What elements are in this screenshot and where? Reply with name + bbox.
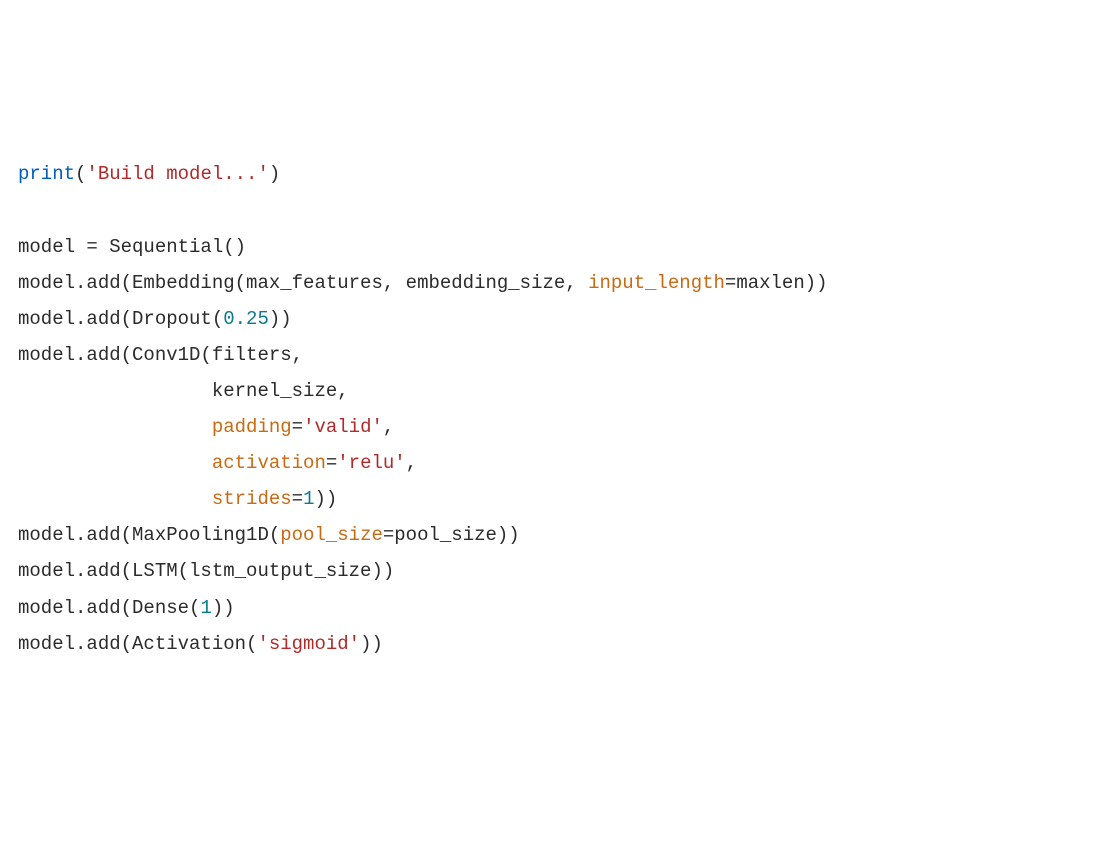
token-kwarg: padding — [212, 416, 292, 438]
token-builtin: print — [18, 163, 75, 185]
code-line: model.add(Conv1D(filters, — [18, 337, 1082, 373]
token-default: )) — [269, 308, 292, 330]
token-kwarg: input_length — [588, 272, 725, 294]
token-default: model.add(Dropout( — [18, 308, 223, 330]
token-default: model.add(LSTM(lstm_output_size)) — [18, 560, 394, 582]
code-line: model.add(MaxPooling1D(pool_size=pool_si… — [18, 517, 1082, 553]
token-default: model = Sequential() — [18, 236, 246, 258]
code-line: model.add(Dense(1)) — [18, 590, 1082, 626]
token-kwarg: activation — [212, 452, 326, 474]
token-default: ) — [269, 163, 280, 185]
token-string: 'valid' — [303, 416, 383, 438]
token-default: model.add(MaxPooling1D( — [18, 524, 280, 546]
code-block: print('Build model...') model = Sequenti… — [18, 156, 1082, 661]
token-kwarg: strides — [212, 488, 292, 510]
token-number: 1 — [200, 597, 211, 619]
token-kwarg: pool_size — [280, 524, 383, 546]
code-line: model.add(Embedding(max_features, embedd… — [18, 265, 1082, 301]
indent — [18, 416, 212, 438]
token-string: 'sigmoid' — [257, 633, 360, 655]
token-default: model.add(Dense( — [18, 597, 200, 619]
indent — [18, 452, 212, 474]
token-number: 1 — [303, 488, 314, 510]
token-default: = — [292, 488, 303, 510]
code-line: model = Sequential() — [18, 229, 1082, 265]
code-line: print('Build model...') — [18, 156, 1082, 192]
indent — [18, 380, 212, 402]
code-line — [18, 192, 1082, 228]
token-default: )) — [212, 597, 235, 619]
token-default: ( — [75, 163, 86, 185]
code-line: model.add(LSTM(lstm_output_size)) — [18, 553, 1082, 589]
indent — [18, 488, 212, 510]
code-line: model.add(Dropout(0.25)) — [18, 301, 1082, 337]
token-default: )) — [314, 488, 337, 510]
token-string: 'Build model...' — [86, 163, 268, 185]
token-default: , — [406, 452, 417, 474]
code-line: strides=1)) — [18, 481, 1082, 517]
code-line: model.add(Activation('sigmoid')) — [18, 626, 1082, 662]
token-number: 0.25 — [223, 308, 269, 330]
token-default: )) — [360, 633, 383, 655]
token-default: model.add(Activation( — [18, 633, 257, 655]
code-line: kernel_size, — [18, 373, 1082, 409]
token-default: =pool_size)) — [383, 524, 520, 546]
token-string: 'relu' — [337, 452, 405, 474]
token-default: model.add(Embedding(max_features, embedd… — [18, 272, 588, 294]
token-default: , — [383, 416, 394, 438]
token-default: kernel_size, — [212, 380, 349, 402]
token-default: = — [326, 452, 337, 474]
code-line: padding='valid', — [18, 409, 1082, 445]
token-default: = — [292, 416, 303, 438]
token-default: =maxlen)) — [725, 272, 828, 294]
token-default: model.add(Conv1D(filters, — [18, 344, 303, 366]
code-line: activation='relu', — [18, 445, 1082, 481]
